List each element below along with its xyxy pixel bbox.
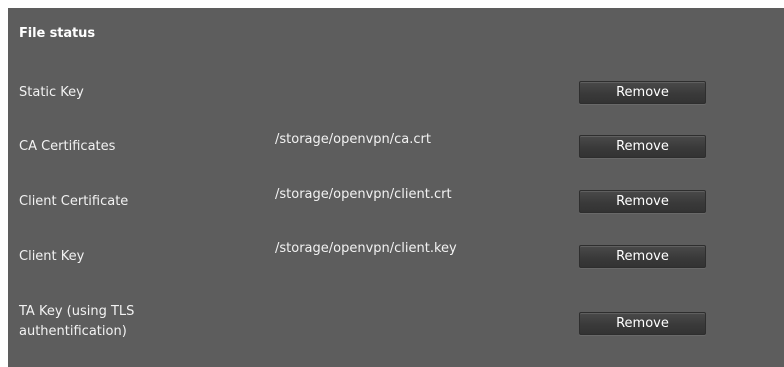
file-status-panel: File status Static Key Remove CA Certifi… [8, 8, 784, 367]
section-title: File status [19, 26, 95, 41]
static-key-remove-button[interactable]: Remove [579, 81, 706, 104]
ta-key-label-line2: authentification) [19, 324, 127, 339]
ca-certificates-path: /storage/openvpn/ca.crt [275, 132, 431, 147]
static-key-label: Static Key [19, 85, 84, 100]
client-key-path: /storage/openvpn/client.key [275, 241, 457, 256]
ca-certificates-label: CA Certificates [19, 139, 116, 154]
ta-key-label: TA Key (using TLS authentification) [19, 302, 134, 342]
client-key-remove-button[interactable]: Remove [579, 245, 706, 268]
ta-key-remove-button[interactable]: Remove [579, 312, 706, 335]
ta-key-label-line1: TA Key (using TLS [19, 304, 135, 319]
client-certificate-path: /storage/openvpn/client.crt [275, 187, 452, 202]
client-certificate-label: Client Certificate [19, 194, 129, 209]
client-certificate-remove-button[interactable]: Remove [579, 190, 706, 213]
client-key-label: Client Key [19, 249, 85, 264]
ca-certificates-remove-button[interactable]: Remove [579, 135, 706, 158]
